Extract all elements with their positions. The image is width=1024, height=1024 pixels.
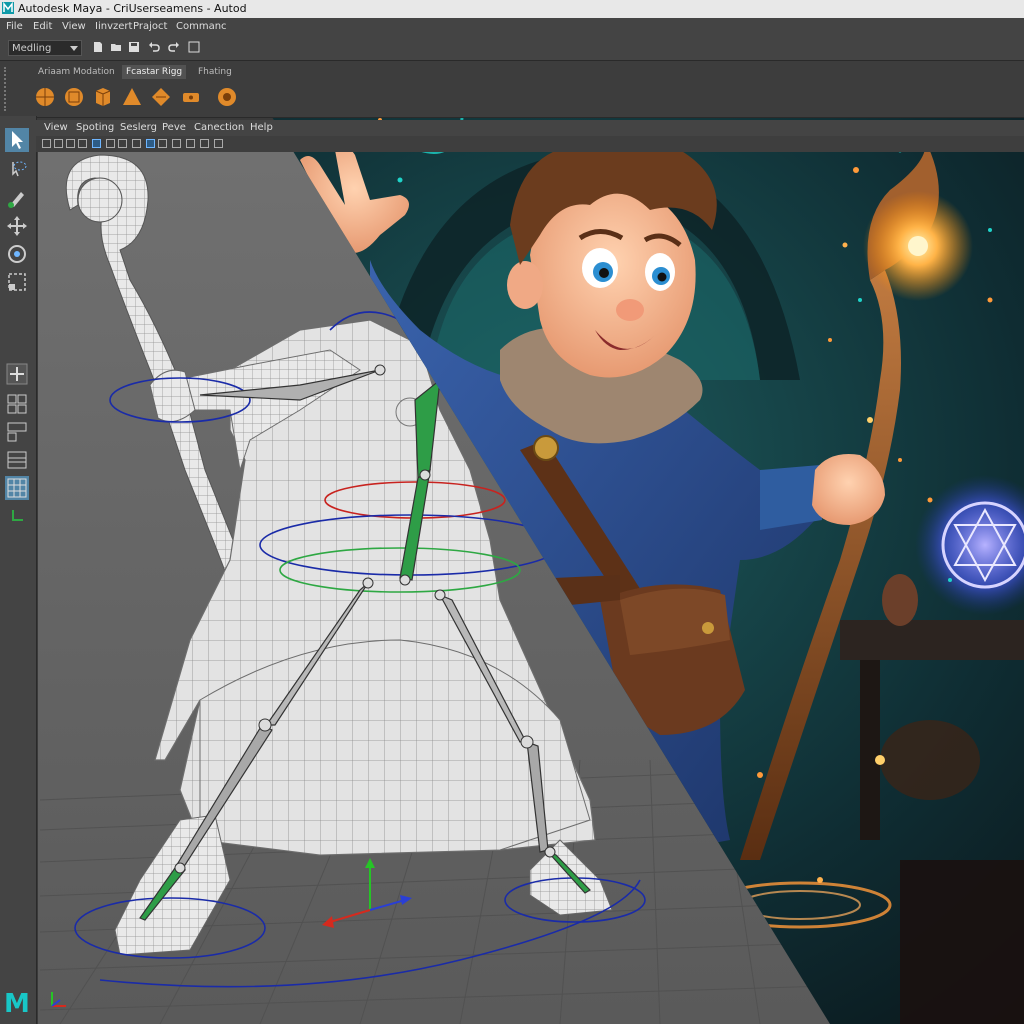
new-scene-icon[interactable] bbox=[92, 41, 104, 53]
viewport-panel-menu: View Spoting Seslerg Peve Canection Help bbox=[36, 120, 1024, 136]
menu-set-value: Medling bbox=[12, 43, 52, 54]
wireframe-icon[interactable] bbox=[146, 139, 155, 148]
shelf-tab-shading[interactable]: Fhating bbox=[194, 65, 236, 79]
window-title: Autodesk Maya - CriUserseamens - Autod bbox=[18, 2, 247, 15]
panel-menu-shading[interactable]: Spoting bbox=[76, 120, 114, 136]
status-line: Medling bbox=[0, 36, 1024, 60]
menu-insert[interactable]: Iinvzert bbox=[95, 18, 132, 36]
cylinder-icon[interactable] bbox=[92, 86, 114, 108]
redo-icon[interactable] bbox=[168, 41, 180, 53]
maya-logo: M bbox=[4, 989, 30, 1019]
panel-menu-lighting[interactable]: Seslerg bbox=[120, 120, 157, 136]
select-arrow-icon[interactable] bbox=[5, 128, 29, 152]
gate-mask-icon[interactable] bbox=[132, 139, 141, 148]
axis-orientation-icon bbox=[51, 992, 66, 1007]
paint-select-icon[interactable] bbox=[5, 186, 29, 210]
cube-icon[interactable] bbox=[63, 86, 85, 108]
film-gate-icon[interactable] bbox=[106, 139, 115, 148]
panel-menu-renderer[interactable]: Canection bbox=[194, 120, 244, 136]
torus-icon[interactable] bbox=[180, 86, 202, 108]
2d-pan-zoom-icon[interactable] bbox=[78, 139, 87, 148]
lighting-icon[interactable] bbox=[186, 139, 195, 148]
rotate-icon[interactable] bbox=[5, 242, 29, 266]
save-scene-icon[interactable] bbox=[128, 41, 140, 53]
layout-two-icon[interactable] bbox=[5, 420, 29, 444]
panel-menu-show[interactable]: Peve bbox=[162, 120, 186, 136]
shelf-tab-rigging[interactable]: Fcastar Rigg bbox=[122, 65, 187, 79]
menu-commands[interactable]: Commanc bbox=[176, 18, 227, 36]
viewport-toolbar bbox=[36, 136, 1024, 152]
bookmark-icon[interactable] bbox=[54, 139, 63, 148]
grid-icon[interactable] bbox=[5, 476, 29, 500]
main-menubar: File Edit View Iinvzert Prajoct Commanc bbox=[0, 18, 1024, 36]
isolate-select-icon[interactable] bbox=[214, 139, 223, 148]
menu-set-dropdown[interactable]: Medling bbox=[8, 40, 82, 56]
lasso-icon[interactable] bbox=[5, 158, 29, 182]
maya-window: Autodesk Maya - CriUserseamens - Autod F… bbox=[0, 0, 1024, 1024]
window-titlebar: Autodesk Maya - CriUserseamens - Autod bbox=[0, 0, 1024, 18]
panel-menu-view[interactable]: View bbox=[44, 120, 68, 136]
scale-icon[interactable] bbox=[5, 270, 29, 294]
toolbox: M bbox=[0, 116, 37, 1024]
cone-icon[interactable] bbox=[121, 86, 143, 108]
move-icon[interactable] bbox=[5, 214, 29, 238]
textured-icon[interactable] bbox=[172, 139, 181, 148]
gear-icon[interactable] bbox=[216, 86, 238, 108]
shadows-icon[interactable] bbox=[200, 139, 209, 148]
menu-file[interactable]: File bbox=[6, 18, 23, 36]
sphere-icon[interactable] bbox=[34, 86, 56, 108]
open-scene-icon[interactable] bbox=[110, 41, 122, 53]
chevron-down-icon bbox=[70, 46, 78, 51]
outliner-icon[interactable] bbox=[5, 448, 29, 472]
undo-icon[interactable] bbox=[148, 41, 160, 53]
shelf: Ariaam Modation Fcastar Rigg Fhating bbox=[0, 60, 1024, 118]
menu-view[interactable]: View bbox=[62, 18, 86, 36]
resolution-gate-icon[interactable] bbox=[118, 139, 127, 148]
camera-attr-icon[interactable] bbox=[42, 139, 51, 148]
shelf-grip-handle[interactable] bbox=[4, 67, 11, 111]
smooth-shade-icon[interactable] bbox=[158, 139, 167, 148]
layout-four-icon[interactable] bbox=[5, 392, 29, 416]
panel-menu-help[interactable]: Help bbox=[250, 120, 273, 136]
grid-toggle-icon[interactable] bbox=[92, 139, 101, 148]
axis-tool-icon[interactable] bbox=[5, 504, 29, 528]
plane-icon[interactable] bbox=[150, 86, 172, 108]
menu-edit[interactable]: Edit bbox=[33, 18, 52, 36]
last-tool-icon[interactable] bbox=[5, 362, 29, 386]
maya-app-icon bbox=[2, 2, 14, 14]
menu-project[interactable]: Prajoct bbox=[133, 18, 167, 36]
select-mode-icon[interactable] bbox=[188, 41, 200, 53]
image-plane-icon[interactable] bbox=[66, 139, 75, 148]
shelf-tab-animation[interactable]: Ariaam Modation bbox=[34, 65, 119, 79]
